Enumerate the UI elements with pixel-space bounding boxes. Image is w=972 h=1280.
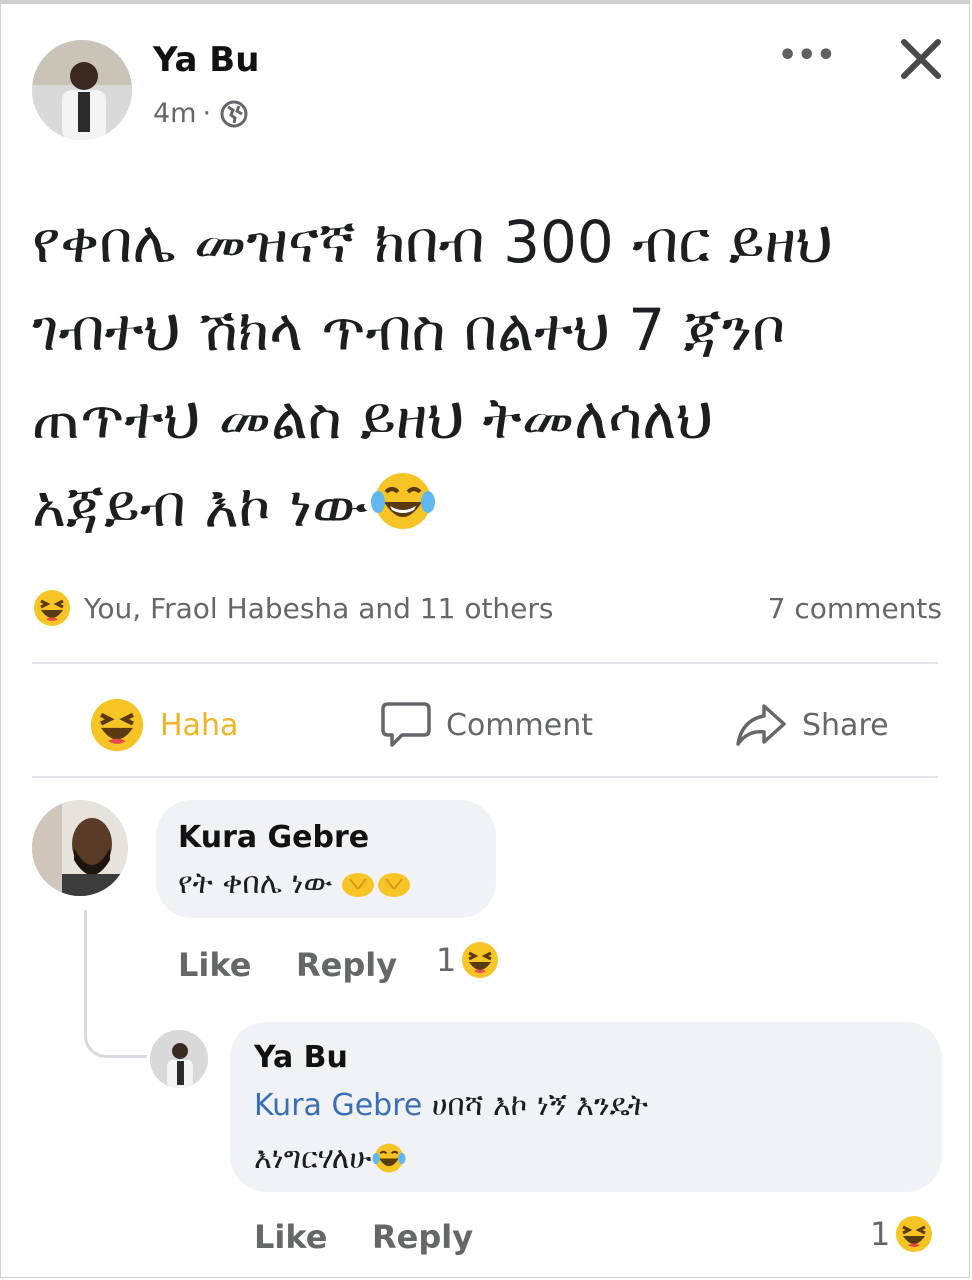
reply-text-1: ሀበሻ እኮ ነኝ እንዴት	[422, 1088, 649, 1123]
reply-avatar-image	[150, 1030, 208, 1088]
post-meta: 4m ·	[153, 98, 249, 129]
haha-button[interactable]: Haha	[88, 690, 238, 760]
more-options-button[interactable]: •••	[778, 38, 836, 73]
comment-text-wrap: የት ቀበሌ ነው	[178, 866, 414, 901]
haha-icon	[90, 698, 144, 752]
divider-top	[32, 662, 938, 664]
reply-author[interactable]: Ya Bu	[254, 1040, 348, 1075]
haha-reaction-icon	[34, 590, 70, 626]
reply-author-avatar[interactable]	[150, 1030, 208, 1088]
post-time[interactable]: 4m	[153, 98, 196, 129]
haha-label: Haha	[160, 707, 239, 743]
comment-1-reply-button[interactable]: Reply	[296, 946, 397, 984]
author-avatar[interactable]	[32, 40, 132, 140]
reply-mention-link[interactable]: Kura Gebre	[254, 1088, 422, 1123]
meta-separator: ·	[202, 98, 212, 129]
reply-text-line-1: Kura Gebre ሀበሻ እኮ ነኝ እንዴት	[254, 1088, 648, 1123]
comment-text: የት ቀበሌ ነው	[178, 866, 333, 901]
comment-bubble-2: Ya Bu Kura Gebre ሀበሻ እኮ ነኝ እንዴት እነግርሃለሁ	[230, 1022, 942, 1192]
post-author-name[interactable]: Ya Bu	[153, 40, 259, 80]
globe-icon	[220, 100, 248, 127]
haha-reaction-icon	[896, 1216, 933, 1252]
comment-1-reaction-number: 1	[436, 941, 457, 979]
comment-button[interactable]: Comment	[380, 690, 593, 760]
post-body: የቀበሌ መዝናኛ ክበብ 300 ብር ይዘህ ገብተህ ሽክላ ጥብስ በል…	[32, 198, 932, 550]
comment-author[interactable]: Kura Gebre	[178, 820, 369, 855]
comments-count-link[interactable]: 7 comments	[768, 592, 942, 625]
reactions-row: You, Fraol Habesha and 11 others 7 comme…	[32, 588, 942, 634]
comment-2-reaction-number: 1	[870, 1215, 891, 1253]
comment-label: Comment	[446, 707, 593, 743]
share-arrow-icon	[736, 704, 786, 746]
avatar-image	[32, 40, 132, 140]
close-icon[interactable]	[898, 36, 944, 82]
tears-of-joy-emoji-icon	[373, 1143, 406, 1173]
comment-bubble-icon	[381, 702, 431, 747]
comment-2-like-button[interactable]: Like	[254, 1218, 327, 1256]
commenter-avatar[interactable]	[32, 800, 128, 896]
comment-bubble-1: Kura Gebre የት ቀበሌ ነው	[156, 800, 496, 918]
reply-thread-line	[84, 910, 147, 1058]
post-line-1: የቀበሌ መዝናኛ ክበብ 300 ብር ይዘህ	[32, 208, 833, 276]
post-line-2: ገብተህ ሽክላ ጥብስ በልተህ 7 ጃንቦ	[32, 296, 786, 364]
haha-reaction-icon	[462, 942, 499, 978]
tears-of-joy-emoji-icon	[370, 473, 435, 529]
commenter-avatar-image	[32, 800, 128, 896]
post-line-3: ጠጥተህ መልስ ይዘህ ትመለሳለህ	[32, 384, 713, 452]
clapping-hands-emoji-icon	[342, 872, 411, 897]
post-line-4: አጃይብ እኮ ነው	[32, 472, 368, 540]
share-button[interactable]: Share	[734, 690, 889, 760]
reply-text-2: እነግርሃለሁ	[254, 1140, 372, 1176]
reaction-summary-text: You, Fraol Habesha and 11 others	[84, 591, 554, 625]
comment-1-reaction-count[interactable]: 1	[436, 940, 500, 980]
comment-1-like-button[interactable]: Like	[178, 946, 251, 984]
comment-2-reply-button[interactable]: Reply	[372, 1218, 473, 1256]
divider-bottom	[32, 776, 938, 778]
reaction-summary[interactable]: You, Fraol Habesha and 11 others	[32, 588, 554, 628]
share-label: Share	[802, 707, 889, 743]
comment-2-reaction-count[interactable]: 1	[870, 1214, 934, 1254]
reply-text-line-2: እነግርሃለሁ	[254, 1140, 407, 1176]
post-line-4-wrap: አጃይብ እኮ ነው	[32, 462, 932, 550]
